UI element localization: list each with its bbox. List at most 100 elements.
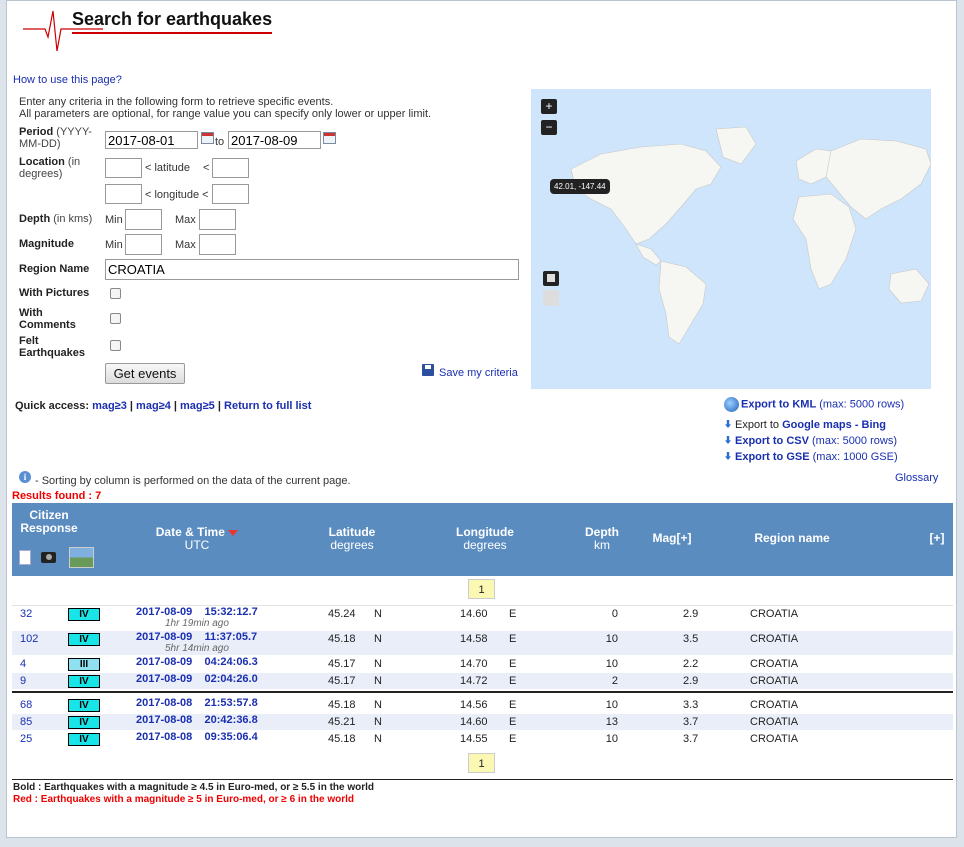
intensity-badge[interactable]: III [68, 658, 100, 671]
longitude-text: < longitude < [145, 189, 209, 201]
sort-desc-icon [228, 529, 239, 536]
legend-red: Red : Earthquakes with a magnitude ≥ 5 i… [13, 794, 355, 805]
magnitude-value: 3.7 [683, 716, 699, 728]
get-events-button[interactable]: Get events [105, 363, 185, 384]
citizen-response-count[interactable]: 32 [20, 608, 32, 620]
col-datetime[interactable]: Date & Time UTC [142, 526, 252, 552]
latitude-min-input[interactable] [105, 158, 142, 178]
col-region[interactable]: Region name [742, 532, 842, 545]
citizen-response-count[interactable]: 25 [20, 733, 32, 745]
expand-columns-button[interactable]: [+] [927, 532, 947, 545]
col-magnitude[interactable]: Mag[+] [642, 532, 702, 545]
latitude-max-input[interactable] [212, 158, 249, 178]
export-kml[interactable]: Export to KML (max: 5000 rows) [724, 397, 904, 412]
time-ago: 5hr 14min ago [165, 643, 229, 654]
magnitude-min-input[interactable] [125, 234, 162, 255]
region-input[interactable] [105, 259, 519, 280]
intensity-badge[interactable]: IV [68, 699, 100, 712]
col-longitude[interactable]: Longitude degrees [445, 526, 525, 552]
glossary-link[interactable]: Glossary [895, 472, 938, 484]
event-datetime[interactable]: 2017-08-08 09:35:06.4 [136, 731, 258, 743]
save-criteria-link[interactable]: Save my criteria [439, 367, 518, 379]
quick-link-mag3[interactable]: mag≥3 [92, 400, 127, 412]
camera-icon[interactable] [41, 552, 56, 563]
event-date: 2017-08-09 [136, 656, 193, 668]
draw-rectangle-icon[interactable] [543, 271, 559, 286]
event-time: 15:32:12.7 [204, 606, 258, 618]
trash-icon[interactable] [543, 290, 559, 306]
pictures-label: With Pictures [19, 287, 90, 299]
col-citizen-response[interactable]: Citizen Response [20, 509, 78, 535]
longitude-min-input[interactable] [105, 184, 142, 204]
latitude-hemisphere: N [374, 633, 382, 645]
event-datetime[interactable]: 2017-08-09 11:37:05.7 [136, 631, 257, 643]
table-row[interactable]: 85 IV 2017-08-08 20:42:36.8 45.21 N 14.60 E 13 3… [12, 714, 953, 730]
intensity-badge[interactable]: IV [68, 675, 100, 688]
period-from-input[interactable] [105, 131, 198, 149]
export-maps[interactable]: Export to Google maps - Bing [725, 419, 886, 431]
how-to-link[interactable]: How to use this page? [13, 74, 122, 86]
longitude-hemisphere: E [509, 716, 517, 728]
citizen-response-count[interactable]: 102 [20, 633, 38, 645]
zoom-out-button[interactable]: − [541, 120, 557, 135]
table-row[interactable]: 32 IV 2017-08-09 15:32:12.7 1hr 19min ago 45… [12, 606, 953, 630]
depth-value: 10 [605, 699, 618, 711]
intensity-badge[interactable]: IV [68, 733, 100, 746]
citizen-response-count[interactable]: 9 [20, 675, 26, 687]
event-datetime[interactable]: 2017-08-08 21:53:57.8 [136, 697, 258, 709]
magnitude-value: 2.9 [683, 675, 699, 687]
coordinate-tooltip: 42.01, -147.44 [550, 179, 610, 194]
event-time: 04:24:06.3 [204, 656, 258, 668]
world-map[interactable]: + − 42.01, -147.44 [531, 89, 931, 389]
magnitude-min-label: Min [105, 239, 123, 251]
citizen-response-count[interactable]: 85 [20, 716, 32, 728]
table-row[interactable]: 9 IV 2017-08-09 02:04:26.0 45.17 N 14.72 E 2 2.9… [12, 673, 953, 689]
intensity-badge[interactable]: IV [68, 633, 100, 646]
comments-label: With Comments [19, 307, 76, 331]
latitude-value: 45.17 [328, 675, 356, 687]
intensity-badge[interactable]: IV [68, 716, 100, 729]
export-csv[interactable]: Export to CSV (max: 5000 rows) [725, 435, 897, 447]
pagination-bottom[interactable]: 1 [468, 753, 495, 773]
event-datetime[interactable]: 2017-08-09 02:04:26.0 [136, 673, 258, 685]
table-row[interactable]: 4 III 2017-08-09 04:24:06.3 45.17 N 14.70 E 10 2… [12, 656, 953, 672]
floppy-icon[interactable] [422, 364, 434, 376]
col-latitude[interactable]: Latitude degrees [312, 526, 392, 552]
pictures-checkbox[interactable] [110, 288, 121, 299]
magnitude-label: Magnitude [19, 238, 74, 250]
citizen-response-count[interactable]: 68 [20, 699, 32, 711]
calendar-icon[interactable] [323, 132, 336, 144]
pagination-top[interactable]: 1 [468, 579, 495, 599]
calendar-icon[interactable] [201, 132, 214, 144]
export-kml-note: (max: 5000 rows) [819, 398, 905, 411]
table-row[interactable]: 102 IV 2017-08-09 11:37:05.7 5hr 14min ago 4… [12, 631, 953, 655]
export-maps-prefix: Export to [735, 419, 780, 431]
felt-label: Felt Earthquakes [19, 335, 86, 359]
table-row[interactable]: 25 IV 2017-08-08 09:35:06.4 45.18 N 14.55 E 10 3… [12, 731, 953, 747]
felt-checkbox[interactable] [110, 340, 121, 351]
table-row[interactable]: 68 IV 2017-08-08 21:53:57.8 45.18 N 14.56 E 10 3… [12, 697, 953, 713]
export-gse[interactable]: Export to GSE (max: 1000 GSE) [725, 451, 898, 463]
longitude-max-input[interactable] [212, 184, 249, 204]
quick-link-full-list[interactable]: Return to full list [224, 400, 311, 412]
magnitude-max-input[interactable] [199, 234, 236, 255]
col-longitude-sub: degrees [463, 538, 507, 552]
document-icon[interactable] [19, 550, 31, 565]
photo-icon[interactable] [69, 547, 94, 568]
quick-access-label: Quick access: [15, 400, 89, 412]
intensity-badge[interactable]: IV [68, 608, 100, 621]
event-datetime[interactable]: 2017-08-08 20:42:36.8 [136, 714, 258, 726]
event-datetime[interactable]: 2017-08-09 15:32:12.7 [136, 606, 258, 618]
comments-checkbox[interactable] [110, 313, 121, 324]
quick-link-mag4[interactable]: mag≥4 [136, 400, 171, 412]
zoom-in-button[interactable]: + [541, 99, 557, 114]
longitude-hemisphere: E [509, 733, 517, 745]
latitude-value: 45.18 [328, 699, 356, 711]
col-depth[interactable]: Depth km [572, 526, 632, 552]
citizen-response-count[interactable]: 4 [20, 658, 26, 670]
depth-min-input[interactable] [125, 209, 162, 230]
period-to-input[interactable] [228, 131, 321, 149]
quick-link-mag5[interactable]: mag≥5 [180, 400, 215, 412]
event-datetime[interactable]: 2017-08-09 04:24:06.3 [136, 656, 258, 668]
depth-max-input[interactable] [199, 209, 236, 230]
